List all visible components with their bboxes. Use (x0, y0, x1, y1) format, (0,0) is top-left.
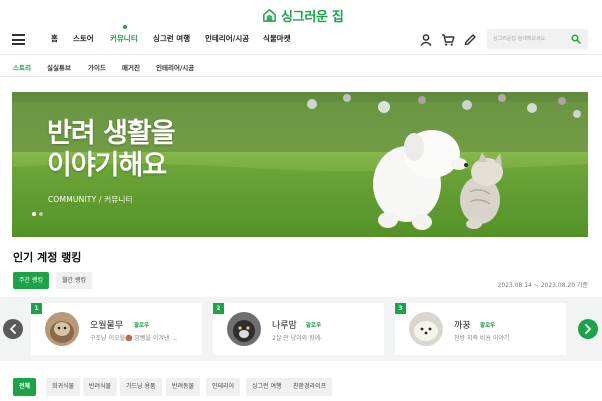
hamburger-menu-icon[interactable] (12, 34, 25, 45)
category-chip-interior[interactable]: 인테리어 (206, 378, 241, 396)
category-chip-rare-plants[interactable]: 희귀식물 (46, 378, 81, 396)
banner-dot-2[interactable] (39, 212, 43, 216)
subnav-magazine[interactable]: 매거진 (122, 62, 140, 72)
search-icon[interactable] (571, 34, 581, 44)
search-input[interactable] (493, 33, 567, 45)
ranking-card[interactable]: 1 오월물무 팔로우 구조냥 이오월🟤 밤뻥을 이겨낸 ... (31, 303, 202, 355)
banner-title: 반려 생활을 이야기해요 (47, 118, 176, 182)
category-chip-pets[interactable]: 반려동물 (166, 378, 201, 396)
category-chip-companion-plants[interactable]: 반려식물 (83, 378, 118, 396)
follow-button[interactable]: 팔로우 (480, 321, 495, 329)
pencil-icon[interactable] (463, 33, 477, 47)
ranking-card[interactable]: 3 까꿍 팔로우 천방 지축 비숑 이야기 (395, 303, 566, 355)
account-name[interactable]: 오월물무 (90, 318, 123, 331)
banner-pagination (32, 212, 43, 216)
brand-name: 싱그러운 집 (281, 10, 344, 25)
banner-subtitle: COMMUNITY / 커뮤니티 (48, 195, 133, 204)
account-description: 천방 지축 비숑 이야기 (454, 335, 510, 342)
account-name[interactable]: 나루맘 (272, 318, 297, 331)
nav-divider (0, 54, 602, 55)
nav-item-travel[interactable]: 싱그런 여행 (153, 33, 190, 44)
ranking-date-range: 2023.08.14 ~ 2023.08.20 기준 (497, 282, 589, 289)
banner-title-line2: 이야기해요 (47, 150, 167, 181)
ranking-title: 인기 계정 랭킹 (13, 251, 82, 264)
account-description: 2살 만 냥이와 함께- (272, 335, 323, 342)
ranking-card[interactable]: 2 나루맘 팔로우 2살 만 냥이와 함께- (213, 303, 384, 355)
avatar[interactable] (409, 312, 443, 346)
subnav-story[interactable]: 스토리 (13, 62, 31, 72)
banner-title-line1: 반려 생활을 (47, 118, 176, 149)
subnav-divider (0, 76, 602, 77)
category-chip-travel[interactable]: 싱그런 여행 (246, 378, 288, 396)
nav-item-plant-market[interactable]: 식물마켓 (263, 33, 291, 44)
chevron-left-icon (10, 324, 16, 334)
house-logo-icon (263, 9, 276, 22)
rank-badge: 1 (31, 303, 42, 314)
nav-item-store[interactable]: 스토어 (73, 33, 94, 44)
category-chip-gardening-supplies[interactable]: 가드닝 용품 (120, 378, 162, 396)
carousel-next-button[interactable] (578, 319, 598, 339)
user-icon[interactable] (419, 33, 433, 47)
brand-logo[interactable]: 싱그러운 집 (262, 6, 344, 25)
tab-weekly-ranking[interactable]: 주간 랭킹 (13, 272, 49, 289)
nav-item-community[interactable]: 커뮤니티 (110, 33, 138, 44)
avatar[interactable] (45, 312, 79, 346)
category-chip-all[interactable]: 전체 (13, 378, 37, 396)
avatar[interactable] (227, 312, 261, 346)
active-nav-indicator (123, 25, 127, 29)
banner-dot-1[interactable] (32, 212, 36, 216)
category-chip-eco-life[interactable]: 친환경라이프 (287, 378, 333, 396)
carousel-prev-button[interactable] (3, 319, 23, 339)
subnav-interior[interactable]: 인테리어/시공 (156, 62, 194, 72)
rank-badge: 2 (213, 303, 224, 314)
rank-badge: 3 (395, 303, 406, 314)
follow-button[interactable]: 팔로우 (306, 321, 321, 329)
follow-button[interactable]: 팔로우 (134, 321, 149, 329)
account-description: 구조냥 이오월🟤 밤뻥을 이겨낸 ... (90, 335, 178, 342)
nav-item-home[interactable]: 홈 (51, 33, 58, 44)
tab-monthly-ranking[interactable]: 월간 랭킹 (56, 272, 92, 289)
chevron-right-icon (585, 324, 591, 334)
cart-icon[interactable] (441, 33, 455, 47)
subnav-silsiltube[interactable]: 실실튜브 (47, 62, 71, 72)
hero-banner[interactable]: 반려 생활을 이야기해요 COMMUNITY / 커뮤니티 (12, 92, 588, 237)
nav-item-interior[interactable]: 인테리어/시공 (205, 33, 249, 44)
search-box[interactable] (487, 29, 588, 49)
subnav-guide[interactable]: 가이드 (88, 62, 106, 72)
account-name[interactable]: 까꿍 (454, 318, 471, 331)
